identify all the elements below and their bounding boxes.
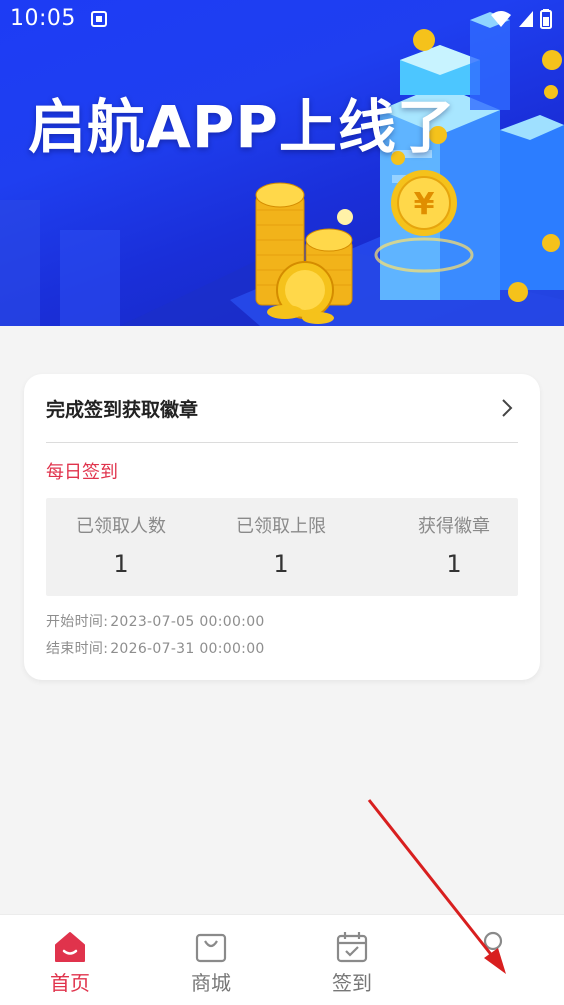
battery-icon [540,9,552,29]
bottom-tab-bar: 首页 商城 签到 [0,914,564,1005]
stat-claimed-count: 已领取人数 1 [56,498,186,596]
tab-mall-label: 商城 [191,971,231,995]
tab-signin[interactable]: 签到 [307,915,397,1005]
start-time-value: 2023-07-05 00:00:00 [110,614,265,630]
stats-panel: 已领取人数 1 已领取上限 1 获得徽章 1 [46,498,518,596]
profile-icon [475,929,511,969]
calendar-check-icon [334,929,370,969]
start-time-row: 开始时间: 2023-07-05 00:00:00 [46,611,265,631]
tab-profile[interactable] [448,915,538,1005]
status-right [490,9,552,33]
start-time-label: 开始时间: [46,614,109,630]
badge-card-header[interactable]: 完成签到获取徽章 [46,374,518,443]
notification-icon [90,10,108,32]
stat-value: 1 [113,550,129,578]
stat-claim-limit: 已领取上限 1 [216,498,346,596]
badge-card-title: 完成签到获取徽章 [46,399,199,421]
promo-banner[interactable]: ¥ 10:05 启航APP上线了 [0,0,564,326]
coin-symbol: ¥ [414,187,435,222]
daily-signin-label: 每日签到 [46,462,118,483]
banner-title: 启航APP上线了 [28,93,456,161]
tab-home[interactable]: 首页 [25,915,115,1005]
shopping-bag-icon [193,929,229,969]
tab-mall[interactable]: 商城 [166,915,256,1005]
signal-icon [518,11,533,27]
stat-value: 1 [446,550,462,578]
tab-home-label: 首页 [50,971,90,995]
home-icon [52,929,88,969]
end-time-label: 结束时间: [46,641,109,657]
tab-signin-label: 签到 [332,971,372,995]
end-time-value: 2026-07-31 00:00:00 [110,641,265,657]
chevron-right-icon[interactable] [500,397,514,423]
stat-badges-earned: 获得徽章 1 [396,498,512,596]
stat-label: 获得徽章 [418,516,490,537]
end-time-row: 结束时间: 2026-07-31 00:00:00 [46,638,265,658]
status-time: 10:05 [10,6,76,31]
stat-label: 已领取上限 [236,516,326,537]
stat-label: 已领取人数 [76,516,166,537]
wifi-icon [490,11,511,27]
status-bar: 10:05 [0,0,564,38]
stat-value: 1 [273,550,289,578]
badge-card: 完成签到获取徽章 每日签到 已领取人数 1 已领取上限 1 获得徽章 1 开始时… [24,374,540,680]
